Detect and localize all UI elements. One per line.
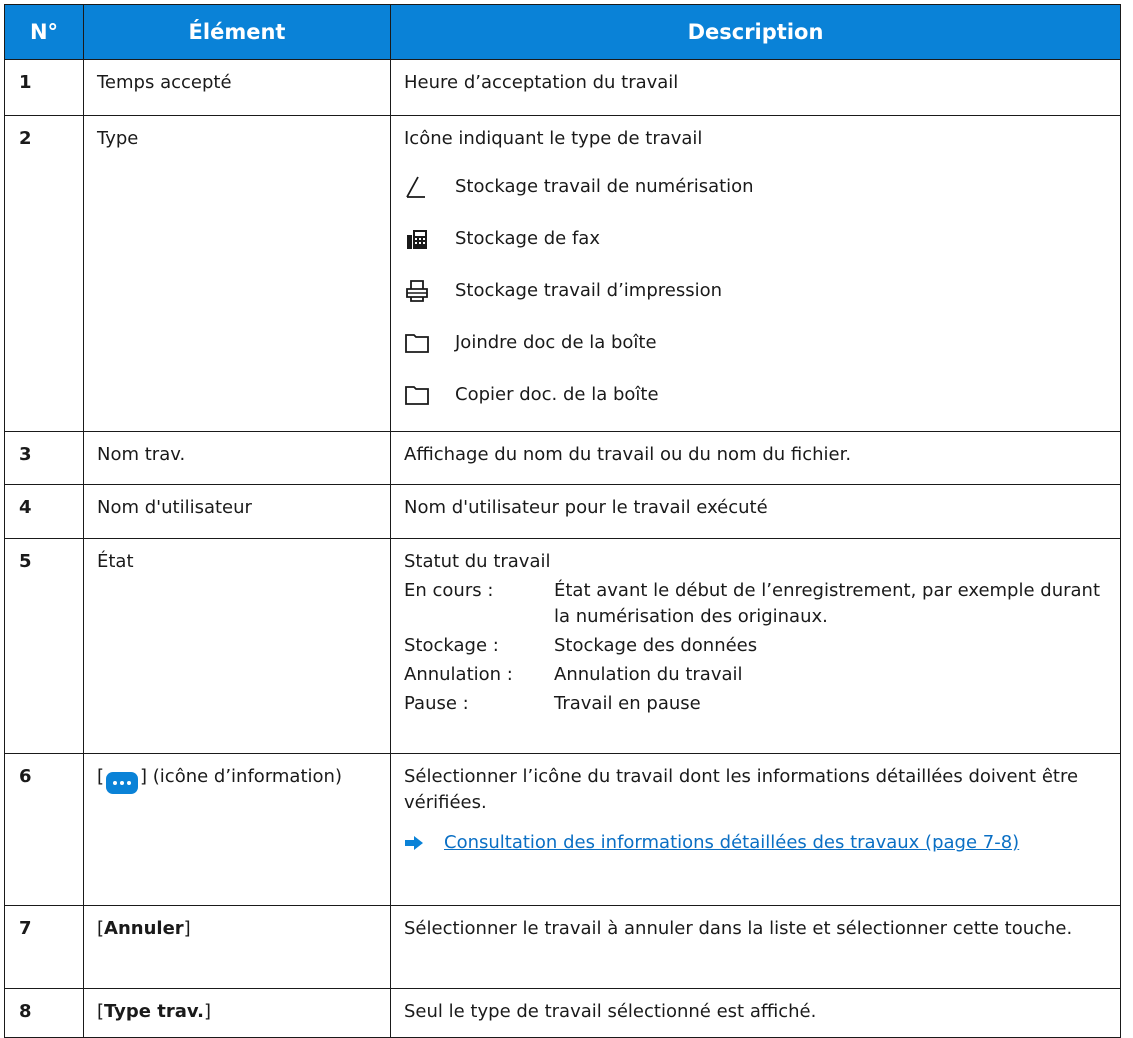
row-number: 8: [4, 988, 84, 1038]
row-description: Seul le type de travail sélectionné est …: [390, 988, 1121, 1038]
status-item: Annulation : Annulation du travail: [404, 662, 1108, 688]
row-description-cell: Statut du travail En cours : État avant …: [390, 538, 1121, 754]
job-info-table: N° Élément Description 1 Temps accepté H…: [4, 4, 1121, 1038]
status-label: Stockage :: [404, 635, 499, 656]
row-description: Icône indiquant le type de travail: [404, 128, 703, 149]
type-label: Stockage travail de numérisation: [455, 175, 754, 197]
bracket-open: [: [97, 1001, 105, 1022]
fax-icon: [404, 226, 430, 252]
header-num: N°: [4, 4, 84, 60]
row-element: Nom trav.: [83, 431, 391, 485]
folder-icon: [404, 330, 430, 356]
status-text: Stockage des données: [554, 635, 758, 656]
type-item: Stockage travail d’impression: [404, 273, 1108, 308]
status-text: État avant le début de l’enregistrement,…: [554, 580, 1101, 627]
row-element: État: [83, 538, 391, 754]
row-description: Sélectionner le travail à annuler dans l…: [390, 905, 1121, 989]
row-number: 1: [4, 59, 84, 116]
table-row: 8 [Type trav.] Seul le type de travail s…: [4, 988, 1121, 1038]
type-label: Stockage travail d’impression: [455, 279, 723, 301]
row-element: Temps accepté: [83, 59, 391, 116]
status-label: Pause :: [404, 693, 469, 714]
bracket-close: ]: [183, 918, 191, 939]
row-description: Sélectionner l’icône du travail dont les…: [404, 766, 1079, 813]
bracket-open: [: [97, 766, 105, 787]
row-number: 2: [4, 115, 84, 432]
row-number: 6: [4, 753, 84, 906]
folder-icon: [404, 382, 430, 408]
type-item: Joindre doc de la boîte: [404, 325, 1108, 360]
row-description-cell: Icône indiquant le type de travail Stock…: [390, 115, 1121, 432]
row-description: Statut du travail: [404, 551, 551, 572]
status-item: Stockage : Stockage des données: [404, 633, 1108, 659]
bracket-close: ]: [204, 1001, 212, 1022]
table-row: 4 Nom d'utilisateur Nom d'utilisateur po…: [4, 484, 1121, 539]
table-row: 6 [ ] (icône d’information) Sélectionner …: [4, 753, 1121, 906]
row-number: 3: [4, 431, 84, 485]
table-row: 2 Type Icône indiquant le type de travai…: [4, 115, 1121, 432]
info-icon: [106, 772, 139, 794]
type-item: Stockage de fax: [404, 221, 1108, 256]
row-element-cell: [Annuler]: [83, 905, 391, 989]
status-text: Travail en pause: [554, 693, 701, 714]
row-element: Annuler: [104, 918, 184, 939]
header-element: Élément: [83, 4, 391, 60]
row-element-cell: [Type trav.]: [83, 988, 391, 1038]
status-text: Annulation du travail: [554, 664, 743, 685]
row-number: 7: [4, 905, 84, 989]
bracket-open: [: [97, 918, 105, 939]
row-element: Type trav.: [104, 1001, 204, 1022]
table-row: 3 Nom trav. Affichage du nom du travail …: [4, 431, 1121, 485]
table-header-row: N° Élément Description: [4, 4, 1121, 60]
reference-link[interactable]: Consultation des informations détaillées…: [444, 830, 1019, 856]
type-label: Copier doc. de la boîte: [455, 383, 659, 405]
type-item: Copier doc. de la boîte: [404, 377, 1108, 412]
header-description: Description: [390, 4, 1121, 60]
printer-icon: [404, 278, 430, 304]
row-element: Nom d'utilisateur: [83, 484, 391, 539]
table-row: 5 État Statut du travail En cours : État…: [4, 538, 1121, 754]
row-number: 5: [4, 538, 84, 754]
row-element: Type: [83, 115, 391, 432]
row-element-cell: [ ] (icône d’information): [83, 753, 391, 906]
status-item: Pause : Travail en pause: [404, 691, 1108, 717]
row-description-cell: Sélectionner l’icône du travail dont les…: [390, 753, 1121, 906]
status-label: Annulation :: [404, 664, 513, 685]
row-number: 4: [4, 484, 84, 539]
status-label: En cours :: [404, 580, 494, 601]
type-label: Joindre doc de la boîte: [455, 331, 657, 353]
arrow-right-icon: [404, 830, 444, 856]
table-row: 1 Temps accepté Heure d’acceptation du t…: [4, 59, 1121, 116]
status-item: En cours : État avant le début de l’enre…: [404, 578, 1108, 630]
reference-link-row: Consultation des informations détaillées…: [404, 830, 1108, 856]
type-label: Stockage de fax: [455, 227, 600, 249]
row-element: ] (icône d’information): [140, 766, 342, 787]
row-description: Heure d’acceptation du travail: [390, 59, 1121, 116]
row-description: Affichage du nom du travail ou du nom du…: [390, 431, 1121, 485]
scan-icon: [404, 174, 430, 200]
table-row: 7 [Annuler] Sélectionner le travail à an…: [4, 905, 1121, 989]
type-item: Stockage travail de numérisation: [404, 169, 1108, 204]
row-description: Nom d'utilisateur pour le travail exécut…: [390, 484, 1121, 539]
